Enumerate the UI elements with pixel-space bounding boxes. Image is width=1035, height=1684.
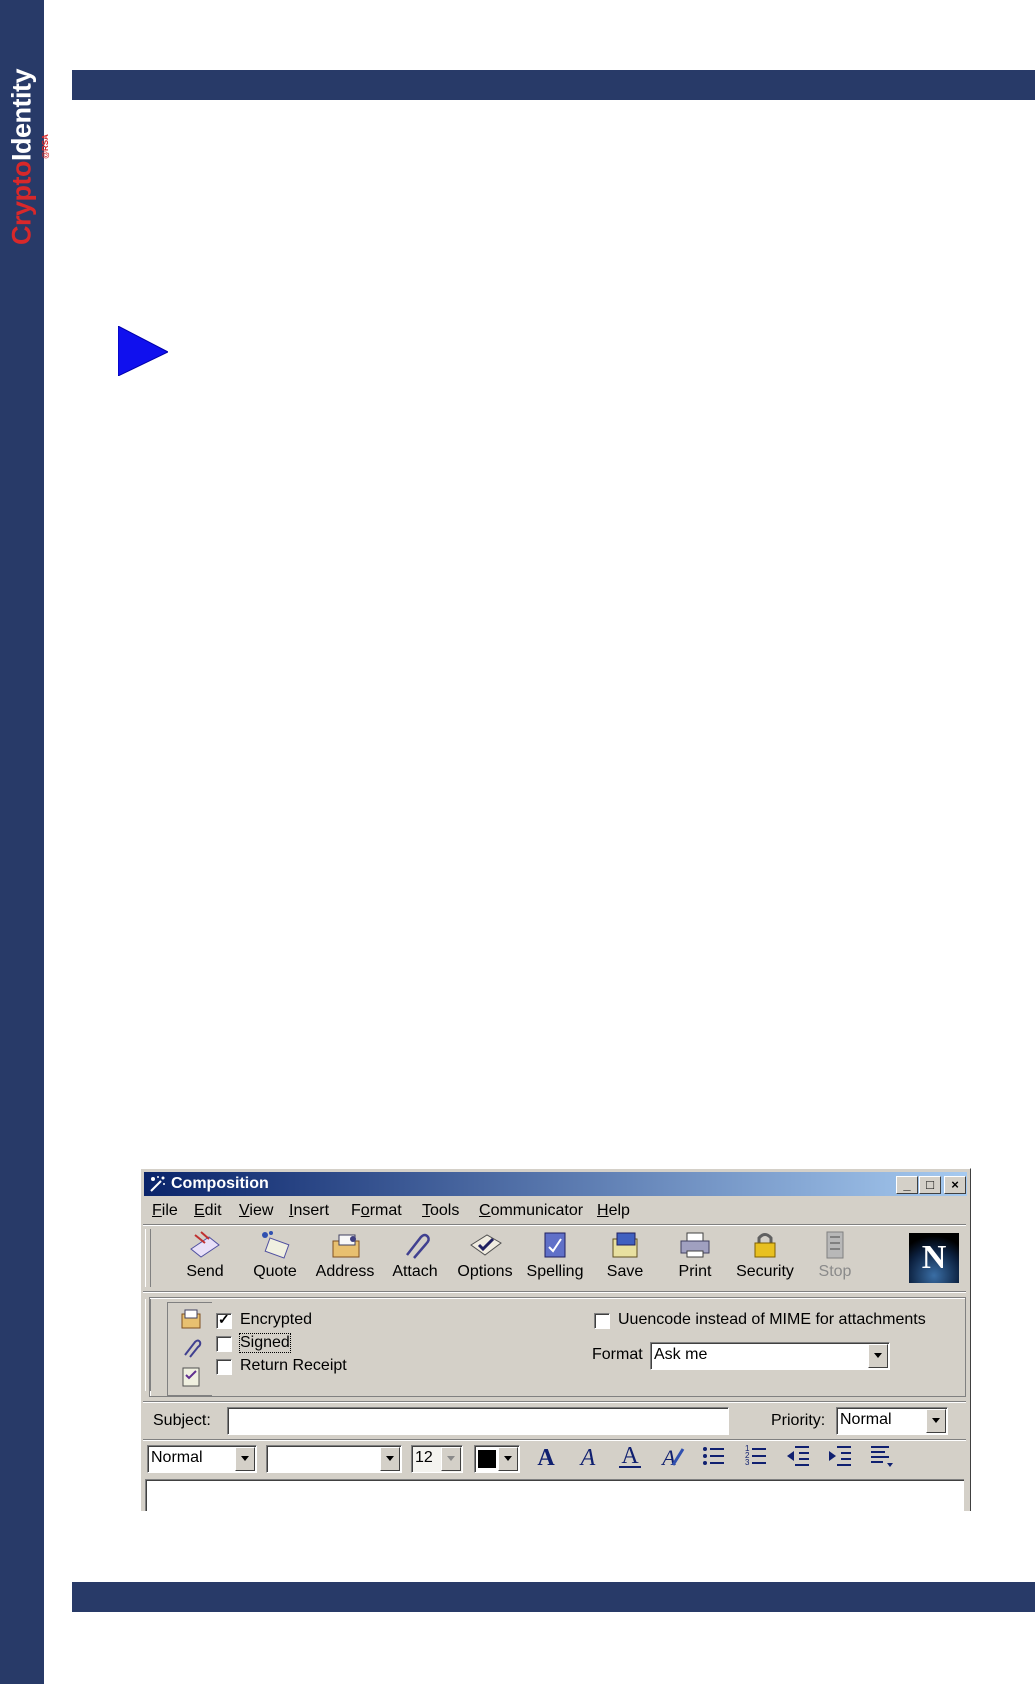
close-button[interactable]: × [944,1176,966,1194]
header-band [72,70,1035,100]
address-tabs [167,1302,212,1396]
font-color-select[interactable] [474,1445,520,1473]
italic-icon[interactable]: A [573,1441,603,1471]
menu-view[interactable]: View [239,1202,273,1220]
svg-text:A: A [660,1445,676,1470]
attach-button[interactable]: Attach [381,1229,449,1289]
composition-window: Composition _ □ × File Edit View Insert … [140,1168,971,1511]
security-button[interactable]: Security [731,1229,799,1289]
chevron-down-icon[interactable] [926,1409,946,1433]
save-button[interactable]: Save [591,1229,659,1289]
options-icon [470,1234,502,1256]
address-button[interactable]: Address [311,1229,379,1289]
logo-sub: @RSA [40,134,50,159]
underline-icon[interactable]: A [615,1441,645,1471]
svg-text:A: A [579,1445,596,1471]
chevron-down-icon[interactable] [380,1447,400,1471]
menu-file[interactable]: File [152,1202,178,1220]
quote-icon [262,1231,290,1259]
subject-label: Subject: [153,1412,211,1429]
chevron-down-icon[interactable] [498,1447,518,1471]
stop-icon [826,1231,844,1259]
attachment-tab-icon[interactable] [180,1337,202,1359]
increase-indent-icon[interactable] [825,1441,855,1471]
menu-bar: File Edit View Insert Format Tools Commu… [141,1199,970,1223]
priority-select[interactable]: Normal [836,1407,948,1435]
logo-text: CryptoIdentity [6,68,37,246]
font-select[interactable] [266,1445,402,1473]
footer-band [72,1582,1035,1612]
menu-help[interactable]: Help [597,1202,630,1220]
bold-icon[interactable]: A [531,1441,561,1471]
netscape-logo: N [909,1233,959,1283]
send-icon [190,1231,220,1258]
decrease-indent-icon[interactable] [783,1441,813,1471]
bullet-list-icon[interactable] [699,1441,729,1471]
menu-tools[interactable]: Tools [422,1202,459,1220]
print-icon [680,1232,710,1258]
maximize-button[interactable]: □ [919,1176,941,1194]
svg-text:A: A [537,1445,555,1471]
options-tab-icon[interactable] [180,1366,202,1388]
chevron-down-icon[interactable] [441,1447,461,1471]
attach-icon [406,1233,430,1259]
format-label: Format [592,1346,643,1363]
menu-insert[interactable]: Insert [289,1202,329,1220]
svg-text:A: A [621,1443,639,1469]
svg-text:3: 3 [745,1458,750,1467]
address-icon [332,1234,360,1258]
priority-label: Priority: [771,1412,826,1429]
subject-input[interactable] [227,1407,729,1435]
divider [143,1401,966,1403]
spelling-button[interactable]: Spelling [521,1229,589,1289]
window-title: Composition [171,1175,269,1192]
signed-checkbox[interactable] [216,1336,232,1352]
menu-format[interactable]: Format [351,1202,402,1220]
logo: CryptoIdentity @RSA [0,52,50,262]
divider [143,1291,966,1293]
bullet-arrow-icon [118,326,168,376]
options-button[interactable]: Options [451,1229,519,1289]
numbered-list-icon[interactable]: 123 [741,1441,771,1471]
menu-edit[interactable]: Edit [194,1202,222,1220]
uuencode-checkbox[interactable] [594,1313,610,1329]
save-icon [612,1232,638,1258]
minimize-button[interactable]: _ [896,1176,918,1194]
clear-styles-icon[interactable]: A [657,1441,687,1471]
menu-communicator[interactable]: Communicator [479,1202,583,1220]
quote-button[interactable]: Quote [241,1229,309,1289]
format-select[interactable]: Ask me [650,1342,890,1370]
chevron-down-icon[interactable] [868,1344,888,1368]
divider [143,1224,966,1226]
stop-button[interactable]: Stop [801,1229,869,1289]
return-receipt-checkbox[interactable] [216,1359,232,1375]
paragraph-style-select[interactable]: Normal [147,1445,257,1473]
send-button[interactable]: Send [171,1229,239,1289]
options-grip[interactable] [145,1299,151,1391]
color-swatch [478,1450,496,1468]
encrypted-checkbox[interactable]: ✓ [216,1311,232,1329]
font-size-select[interactable]: 12 [411,1445,463,1473]
alignment-icon[interactable] [867,1441,897,1471]
address-tab-icon[interactable] [180,1308,202,1330]
print-button[interactable]: Print [661,1229,729,1289]
toolbar-grip[interactable] [145,1229,151,1287]
spelling-icon [544,1232,566,1258]
chevron-down-icon[interactable] [235,1447,255,1471]
composition-icon [150,1176,165,1192]
security-icon [754,1233,776,1258]
message-body[interactable] [145,1479,964,1511]
title-bar[interactable]: Composition _ □ × [144,1172,967,1196]
